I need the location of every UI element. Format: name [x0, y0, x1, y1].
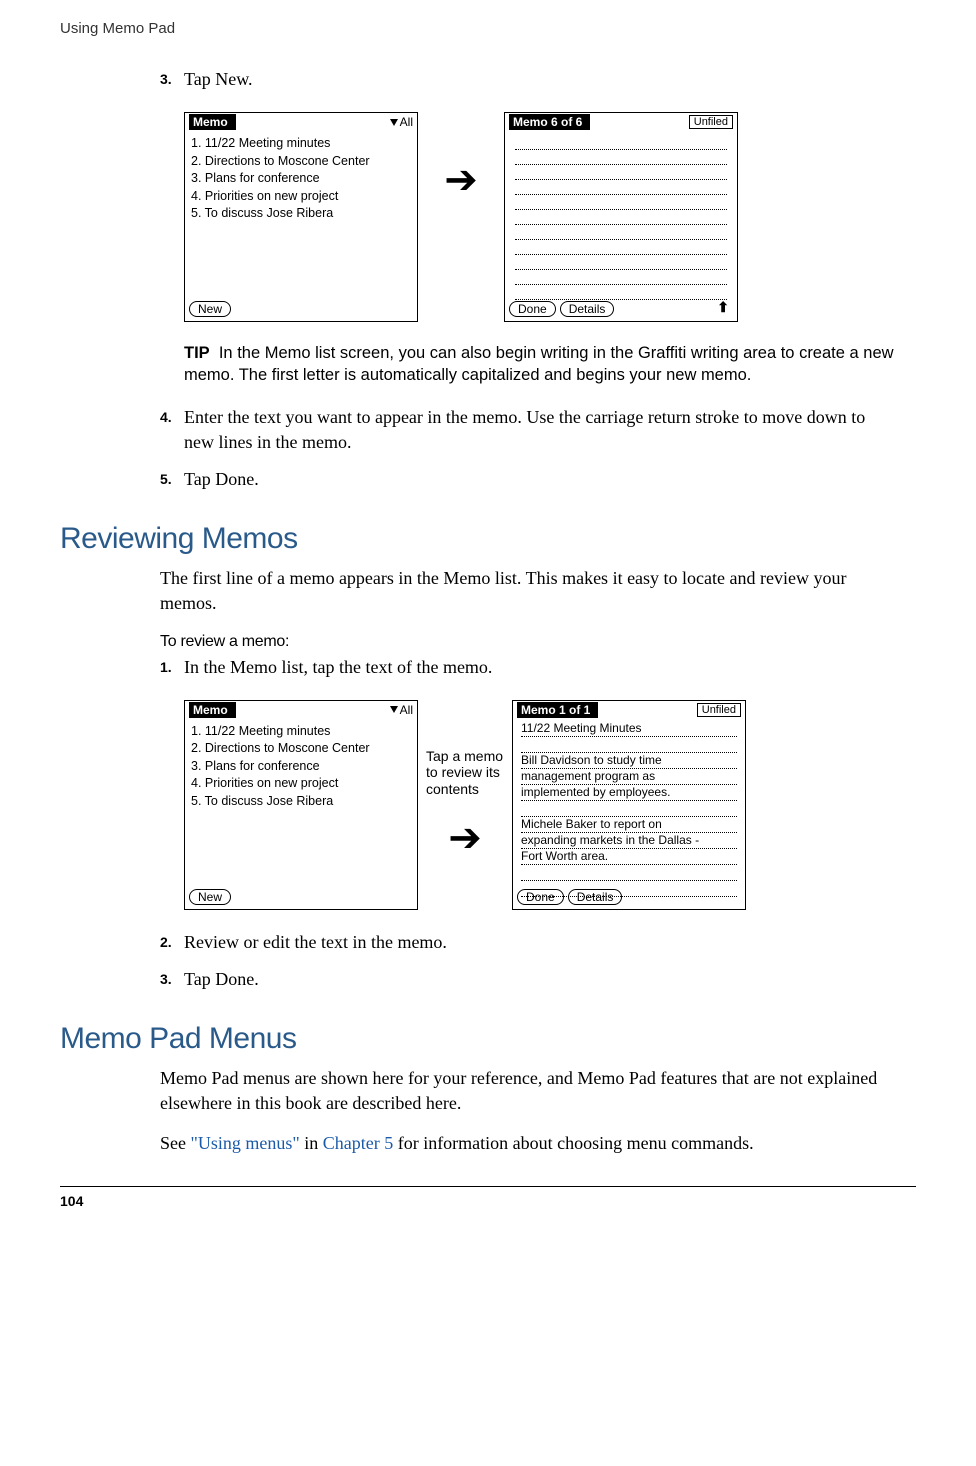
step-number: 4. [160, 405, 184, 455]
new-button[interactable]: New [189, 889, 231, 905]
review-step-3: 3. Tap Done. [160, 967, 896, 992]
memo-list-item[interactable]: 1. 11/22 Meeting minutes [191, 723, 411, 741]
pda-category-selector[interactable]: All [390, 703, 413, 717]
subheading-to-review: To review a memo: [160, 633, 916, 651]
memo-body[interactable]: 11/22 Meeting Minutes Bill Davidson to s… [513, 719, 745, 899]
pda-title: Memo 6 of 6 [509, 114, 590, 130]
step-text: Tap New. [184, 67, 896, 92]
pda-memo-list: Memo All 1. 11/22 Meeting minutes 2. Dir… [184, 112, 418, 322]
done-button[interactable]: Done [509, 301, 556, 317]
figure-tap-new: Memo All 1. 11/22 Meeting minutes 2. Dir… [184, 112, 896, 322]
tip-text: In the Memo list screen, you can also be… [184, 344, 894, 384]
details-button[interactable]: Details [560, 301, 615, 317]
review-step-2: 2. Review or edit the text in the memo. [160, 930, 896, 955]
memo-list-item[interactable]: 5. To discuss Jose Ribera [191, 205, 411, 223]
para-menus-2: See "Using menus" in Chapter 5 for infor… [160, 1131, 896, 1156]
heading-reviewing-memos: Reviewing Memos [60, 522, 916, 556]
tip-block: TIP In the Memo list screen, you can als… [184, 342, 896, 387]
step-text: Enter the text you want to appear in the… [184, 405, 896, 455]
pda-title: Memo [189, 702, 236, 718]
pda-title: Memo [189, 114, 236, 130]
memo-list-item[interactable]: 4. Priorities on new project [191, 775, 411, 793]
heading-memo-pad-menus: Memo Pad Menus [60, 1022, 916, 1056]
step-number: 3. [160, 67, 184, 92]
memo-list-item[interactable]: 4. Priorities on new project [191, 188, 411, 206]
pda-memo-view: Memo 1 of 1 Unfiled 11/22 Meeting Minute… [512, 700, 746, 910]
step-text: Tap Done. [184, 967, 896, 992]
link-using-menus[interactable]: "Using menus" [191, 1133, 300, 1153]
memo-list-item[interactable]: 5. To discuss Jose Ribera [191, 793, 411, 811]
running-head: Using Memo Pad [60, 20, 916, 37]
memo-list-item[interactable]: 1. 11/22 Meeting minutes [191, 135, 411, 153]
details-button[interactable]: Details [568, 889, 623, 905]
pda-category-selector[interactable]: Unfiled [697, 703, 741, 717]
tip-label: TIP [184, 344, 210, 362]
step-number: 1. [160, 655, 184, 680]
memo-list-item[interactable]: 3. Plans for conference [191, 170, 411, 188]
callout-tap-memo: Tap a memo to review its contents [426, 748, 504, 798]
link-chapter-5[interactable]: Chapter 5 [323, 1133, 393, 1153]
dropdown-icon [390, 706, 398, 713]
new-button[interactable]: New [189, 301, 231, 317]
step-text: Review or edit the text in the memo. [184, 930, 896, 955]
arrow-right-icon: ➔ [426, 818, 504, 858]
pda-title: Memo 1 of 1 [517, 702, 598, 718]
done-button[interactable]: Done [517, 889, 564, 905]
memo-list-item[interactable]: 2. Directions to Moscone Center [191, 153, 411, 171]
step-number: 5. [160, 467, 184, 492]
page-footer: 104 [60, 1186, 916, 1209]
pda-memo-edit-blank: Memo 6 of 6 Unfiled Done Details ⬆ [504, 112, 738, 322]
step-number: 3. [160, 967, 184, 992]
scroll-up-icon[interactable]: ⬆ [717, 300, 729, 317]
memo-list-item[interactable]: 3. Plans for conference [191, 758, 411, 776]
pda-category-label: All [400, 115, 413, 129]
step-text: In the Memo list, tap the text of the me… [184, 655, 896, 680]
step-number: 2. [160, 930, 184, 955]
memo-list-item[interactable]: 2. Directions to Moscone Center [191, 740, 411, 758]
pda-category-label: All [400, 703, 413, 717]
pda-memo-list: Memo All 1. 11/22 Meeting minutes 2. Dir… [184, 700, 418, 910]
step-3: 3. Tap New. [160, 67, 896, 92]
dropdown-icon [390, 119, 398, 126]
page-number: 104 [60, 1193, 83, 1209]
step-4: 4. Enter the text you want to appear in … [160, 405, 896, 455]
para-reviewing-intro: The first line of a memo appears in the … [160, 566, 896, 616]
arrow-right-icon: ➔ [444, 160, 478, 200]
para-menus-1: Memo Pad menus are shown here for your r… [160, 1066, 896, 1116]
review-step-1: 1. In the Memo list, tap the text of the… [160, 655, 896, 680]
pda-category-selector[interactable]: All [390, 115, 413, 129]
pda-category-selector[interactable]: Unfiled [689, 115, 733, 129]
figure-review-memo: Memo All 1. 11/22 Meeting minutes 2. Dir… [184, 700, 896, 910]
step-text: Tap Done. [184, 467, 896, 492]
step-5: 5. Tap Done. [160, 467, 896, 492]
